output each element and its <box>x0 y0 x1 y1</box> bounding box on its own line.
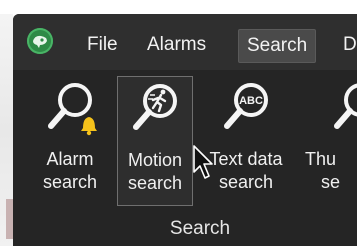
thumbnail-search-label-line1: Thu <box>305 149 337 169</box>
menu-bar: File Alarms Search D <box>13 14 357 70</box>
background-window-edge <box>0 14 13 246</box>
menu-d[interactable]: D <box>335 29 357 61</box>
thumbnail-search-button[interactable]: Thu se <box>305 76 357 204</box>
text-data-search-icon: ABC <box>224 83 268 129</box>
text-data-search-button[interactable]: ABC Text data search <box>209 76 283 204</box>
alarm-search-label-line2: search <box>42 172 98 192</box>
app-window: File Alarms Search D Alarm search Motion… <box>13 14 357 246</box>
app-logo-icon[interactable] <box>27 28 53 54</box>
search-ribbon: Alarm search Motion search ABC Text data… <box>13 70 357 246</box>
alarm-search-icon <box>48 83 97 136</box>
thumbnail-search-label-line2: se <box>321 172 341 192</box>
menu-search[interactable]: Search <box>238 29 317 63</box>
menu-alarms[interactable]: Alarms <box>139 29 214 61</box>
motion-search-icon <box>133 84 177 130</box>
alarm-search-button[interactable]: Alarm search <box>33 76 107 204</box>
motion-search-label-line1: Motion <box>127 150 183 170</box>
motion-search-button[interactable]: Motion search <box>117 76 193 206</box>
motion-search-label-line2: search <box>127 173 183 193</box>
background-window-mark <box>6 199 13 239</box>
menu-file[interactable]: File <box>79 29 126 61</box>
search-group-label: Search <box>169 218 231 239</box>
thumbnail-search-icon <box>334 83 357 129</box>
abc-glyph: ABC <box>239 95 263 107</box>
alarm-search-label-line1: Alarm <box>46 149 94 169</box>
mouse-pointer-icon <box>193 145 213 179</box>
